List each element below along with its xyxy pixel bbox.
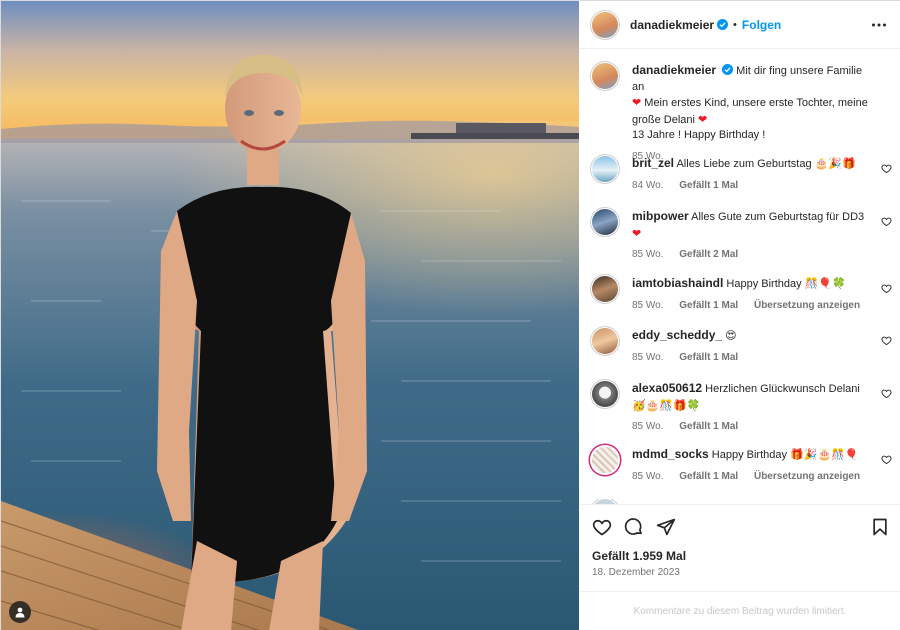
verified-icon <box>717 19 729 30</box>
translate-link[interactable]: Übersetzung anzeigen <box>754 471 860 482</box>
comment-like-icon[interactable] <box>881 283 892 294</box>
comment-username[interactable]: alexa050612 <box>632 381 702 395</box>
comment-avatar[interactable] <box>592 328 618 354</box>
comment-avatar[interactable] <box>592 447 618 473</box>
comment-username[interactable]: eddy_scheddy_ <box>632 328 722 342</box>
comment-icon[interactable] <box>624 517 644 537</box>
comment-text: Happy Birthday <box>726 278 802 290</box>
comment-likes[interactable]: Gefällt 1 Mal <box>679 471 738 482</box>
post-side-panel: danadiekmeier • Folgen danadiekmeier Mit… <box>579 1 900 630</box>
comment-like-icon[interactable] <box>881 216 892 227</box>
post-header: danadiekmeier • Folgen <box>579 1 900 49</box>
comment-avatar[interactable] <box>592 381 618 407</box>
comment-avatar[interactable] <box>592 276 618 302</box>
comment-avatar[interactable] <box>592 209 618 235</box>
comment-like-icon[interactable] <box>881 335 892 346</box>
comment-likes[interactable]: Gefällt 1 Mal <box>679 352 738 363</box>
comment-time: 85 Wo. <box>632 351 664 363</box>
verified-icon <box>722 64 734 75</box>
comment-emoji: ❤ <box>632 226 642 240</box>
comment-emoji: 🎂🎉🎁 <box>814 157 856 170</box>
post-date: 18. Dezember 2023 <box>592 567 680 578</box>
action-bar: Gefällt 1.959 Mal 18. Dezember 2023 <box>579 504 900 591</box>
comment-likes[interactable]: Gefällt 2 Mal <box>679 249 738 260</box>
share-icon[interactable] <box>656 517 676 537</box>
photo-image <box>1 1 579 630</box>
post-modal: danadiekmeier • Folgen danadiekmeier Mit… <box>0 0 900 630</box>
comment-like-icon[interactable] <box>881 163 892 174</box>
comments-limited-notice: Kommentare zu diesem Beitrag wurden limi… <box>579 591 900 630</box>
comment-username[interactable]: mdmd_socks <box>632 447 709 461</box>
comment-like-icon[interactable] <box>881 388 892 399</box>
follow-button[interactable]: Folgen <box>742 18 781 32</box>
author-avatar[interactable] <box>592 11 618 38</box>
comment-time: 84 Wo. <box>632 179 664 191</box>
comment-likes[interactable]: Gefällt 1 Mal <box>679 421 738 432</box>
comment-text: Herzlichen Glückwunsch Delani <box>705 383 860 395</box>
heart-emoji: ❤ <box>632 96 642 109</box>
heart-emoji: ❤ <box>698 112 708 126</box>
comment-username[interactable]: brit_zel <box>632 156 674 170</box>
heart-icon[interactable] <box>592 517 612 537</box>
likes-count[interactable]: Gefällt 1.959 Mal <box>592 549 686 563</box>
comment-time: 85 Wo. <box>632 249 664 260</box>
comment-emoji: 😍 <box>725 329 737 342</box>
comment-text: Happy Birthday <box>711 449 787 461</box>
comment-username[interactable]: mibpower <box>632 209 689 223</box>
comment-text: Alles Liebe zum Geburtstag <box>676 158 812 170</box>
comment-avatar[interactable] <box>592 156 618 182</box>
separator-dot: • <box>733 18 737 31</box>
caption-avatar[interactable] <box>592 63 618 89</box>
comment-time: 85 Wo. <box>632 470 664 482</box>
user-tag-icon <box>15 607 25 618</box>
comment-time: 85 Wo. <box>632 299 664 311</box>
more-icon[interactable] <box>871 17 887 33</box>
comment-text: Alles Gute zum Geburtstag für DD3 <box>691 211 865 223</box>
comment-emoji: 🎊🎈🍀 <box>804 277 846 290</box>
caption-username[interactable]: danadiekmeier <box>632 63 716 77</box>
comment-emoji: 🎁🎉🎂🎊🎈 <box>790 448 859 461</box>
caption-line3: 13 Jahre ! Happy Birthday ! <box>632 129 766 141</box>
comment-time: 85 Wo. <box>632 421 664 432</box>
post-photo[interactable] <box>1 1 579 630</box>
author-username[interactable]: danadiekmeier <box>630 18 714 32</box>
caption-line2: Mein erstes Kind, unsere erste Tochter, … <box>632 97 868 126</box>
comment-like-icon[interactable] <box>881 454 892 465</box>
comments-list[interactable]: danadiekmeier Mit dir fing unsere Famili… <box>579 49 900 504</box>
bookmark-icon[interactable] <box>870 517 890 537</box>
comment-likes[interactable]: Gefällt 1 Mal <box>679 180 738 191</box>
user-tag-button[interactable] <box>9 601 31 623</box>
comment-username[interactable]: iamtobiashaindl <box>632 276 723 290</box>
translate-link[interactable]: Übersetzung anzeigen <box>754 300 860 311</box>
comment-emoji: 🥳🎂🎊🎁🍀 <box>632 398 701 412</box>
comment-likes[interactable]: Gefällt 1 Mal <box>679 300 738 311</box>
